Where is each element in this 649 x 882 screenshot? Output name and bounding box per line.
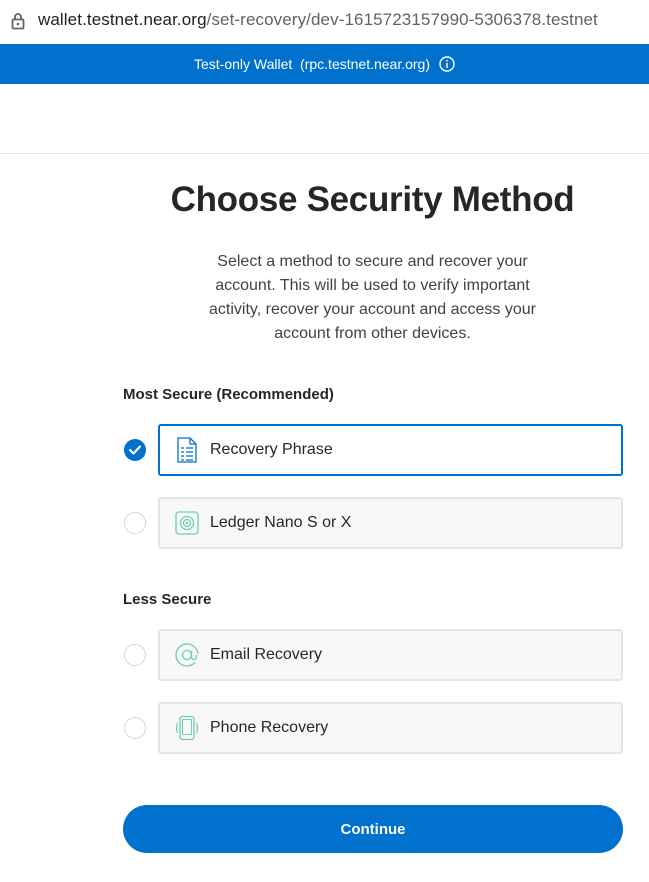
info-icon[interactable] (439, 56, 455, 72)
document-icon (174, 437, 200, 463)
radio-ledger[interactable] (124, 512, 146, 534)
section-less-secure-label: Less Secure (123, 591, 212, 608)
url-host: wallet.testnet.near.org (38, 10, 207, 29)
testnet-banner: Test-only Wallet (rpc.testnet.near.org) (0, 44, 649, 84)
page-description: Select a method to secure and recover yo… (209, 253, 536, 342)
option-label: Recovery Phrase (210, 441, 333, 458)
checkmark-icon (129, 445, 141, 455)
lock-icon (11, 13, 25, 30)
section-most-secure-label: Most Secure (Recommended) (123, 386, 334, 403)
option-email-recovery[interactable]: Email Recovery (158, 629, 623, 681)
option-label: Email Recovery (210, 646, 323, 663)
page-title: Choose Security Method (170, 180, 575, 219)
option-recovery-phrase[interactable]: Recovery Phrase (158, 424, 623, 476)
continue-button[interactable]: Continue (123, 805, 623, 853)
browser-address-bar[interactable]: wallet.testnet.near.org/set-recovery/dev… (0, 0, 649, 43)
ledger-icon (174, 510, 200, 536)
url-text[interactable]: wallet.testnet.near.org/set-recovery/dev… (38, 10, 598, 30)
option-phone-recovery[interactable]: Phone Recovery (158, 702, 623, 754)
radio-recovery-phrase[interactable] (124, 439, 146, 461)
at-icon (174, 642, 200, 668)
radio-phone[interactable] (124, 717, 146, 739)
option-ledger[interactable]: Ledger Nano S or X (158, 497, 623, 549)
top-navigation (0, 84, 649, 154)
phone-icon (174, 715, 200, 741)
radio-email[interactable] (124, 644, 146, 666)
option-label: Ledger Nano S or X (210, 514, 352, 531)
url-path: /set-recovery/dev-1615723157990-5306378.… (206, 10, 598, 29)
option-label: Phone Recovery (210, 719, 329, 736)
banner-text: Test-only Wallet (rpc.testnet.near.org) (193, 56, 431, 72)
